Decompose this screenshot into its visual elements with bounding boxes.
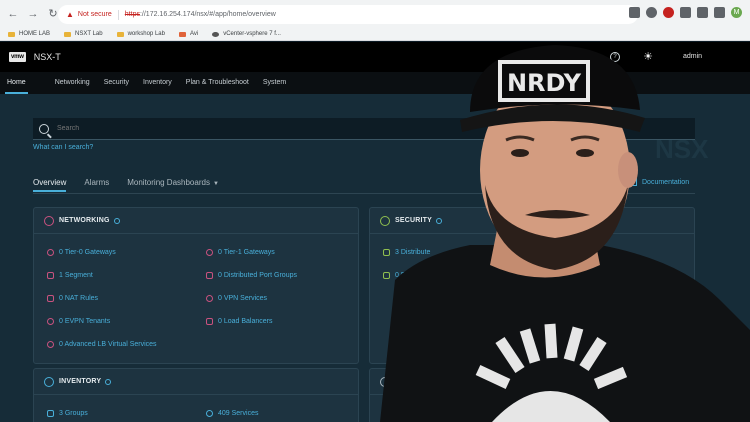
- port-group-icon: [206, 272, 213, 279]
- card-header: [370, 369, 694, 395]
- groups-icon: [47, 410, 54, 417]
- url-scheme: https: [124, 11, 140, 18]
- firewall-icon: [383, 249, 390, 256]
- extension-icon[interactable]: [663, 7, 674, 18]
- address-bar[interactable]: ▲ Not secure https://172.16.254.174/nsx/…: [58, 5, 638, 24]
- nat-icon: [47, 295, 54, 302]
- vcenter-icon: [212, 31, 220, 37]
- security-card: SECURITY 3 Distribute 0 E: [369, 207, 695, 364]
- profile-avatar[interactable]: M: [731, 7, 742, 18]
- browser-extensions: M: [629, 7, 742, 18]
- folder-icon: [116, 31, 124, 37]
- networking-icon: [44, 215, 54, 226]
- tab-plan-troubleshoot[interactable]: Plan & Troubleshoot: [186, 72, 249, 94]
- bookmark-item[interactable]: HOME LAB: [8, 31, 50, 37]
- evpn-tenants-link[interactable]: 0 EVPN Tenants: [47, 318, 110, 325]
- main-nav: Home Networking Security Inventory Plan …: [0, 72, 750, 94]
- folder-icon: [8, 31, 15, 37]
- tier1-gateways-link[interactable]: 0 Tier-1 Gateways: [206, 249, 275, 256]
- load-balancers-link[interactable]: 0 Load Balancers: [206, 318, 272, 325]
- sidepanel-icon[interactable]: [714, 7, 725, 18]
- tab-home[interactable]: Home: [5, 72, 28, 94]
- inventory-icon: [44, 376, 54, 387]
- warning-icon: ▲: [66, 10, 74, 19]
- bookmark-item[interactable]: vCenter-vsphere 7 f...: [212, 31, 281, 37]
- user-menu[interactable]: admin: [683, 53, 702, 60]
- evpn-icon: [47, 318, 54, 325]
- gateway-icon: [206, 249, 213, 256]
- help-icon[interactable]: ?: [610, 52, 620, 62]
- tab-security[interactable]: Security: [104, 72, 129, 94]
- tab-alarms[interactable]: Alarms: [84, 178, 109, 192]
- bookmark-item[interactable]: Avi: [178, 31, 198, 37]
- tab-system[interactable]: System: [263, 72, 286, 94]
- overview-tabs: Overview Alarms Monitoring Dashboards ▼: [33, 178, 237, 192]
- url-path: ://172.16.254.174/nsx/#/app/home/overvie…: [139, 11, 276, 18]
- document-icon: [630, 178, 637, 186]
- info-icon[interactable]: [105, 378, 112, 385]
- vmware-logo: vmw: [9, 52, 26, 62]
- card-title: SECURITY: [395, 217, 432, 224]
- search-icon: [39, 123, 49, 134]
- card-header: SECURITY: [370, 208, 694, 234]
- gateway-icon: [47, 249, 54, 256]
- networking-card: NETWORKING 0 Tier-0 Gateways 0 Tier-1 Ga…: [33, 207, 359, 364]
- services-link[interactable]: 409 Services: [206, 410, 258, 417]
- url-divider: [117, 9, 119, 20]
- browser-toolbar: ← → ↻ ▲ Not secure https://172.16.254.17…: [0, 0, 750, 28]
- tab-networking[interactable]: Networking: [55, 72, 90, 94]
- nat-rules-link[interactable]: 0 NAT Rules: [47, 295, 98, 302]
- vpn-services-link[interactable]: 0 VPN Services: [206, 295, 267, 302]
- vpn-icon: [206, 295, 213, 302]
- card-header: NETWORKING: [34, 208, 358, 234]
- back-icon[interactable]: ←: [6, 7, 20, 21]
- tab-monitoring-dashboards[interactable]: Monitoring Dashboards ▼: [127, 178, 219, 192]
- tab-overview[interactable]: Overview: [33, 178, 67, 192]
- load-balancer-icon: [206, 318, 213, 325]
- search-help-link[interactable]: What can I search?: [33, 144, 93, 151]
- bookmark-item[interactable]: NSXT Lab: [64, 31, 103, 37]
- search-input[interactable]: [57, 125, 457, 132]
- avi-icon: [178, 31, 186, 37]
- advanced-lb-icon: [47, 341, 54, 348]
- advanced-lb-link[interactable]: 0 Advanced LB Virtual Services: [47, 341, 157, 348]
- documentation-link[interactable]: Documentation: [630, 178, 689, 186]
- distributed-firewall-link[interactable]: 3 Distribute: [383, 249, 430, 256]
- theme-icon[interactable]: ☀: [642, 51, 654, 63]
- recycle-icon[interactable]: [680, 7, 691, 18]
- share-icon[interactable]: [629, 7, 640, 18]
- security-label[interactable]: Not secure: [78, 11, 112, 18]
- product-name: NSX-T: [33, 52, 61, 62]
- search-bar[interactable]: [33, 118, 695, 140]
- security-item-link[interactable]: 0 E: [383, 272, 406, 279]
- star-icon[interactable]: [646, 7, 657, 18]
- puzzle-icon[interactable]: [697, 7, 708, 18]
- segment-icon: [47, 272, 54, 279]
- info-icon[interactable]: [436, 217, 442, 224]
- port-groups-link[interactable]: 0 Distributed Port Groups: [206, 272, 297, 279]
- main-content: NSX What can I search? Overview Alarms M…: [0, 94, 750, 422]
- chevron-down-icon: ▼: [212, 181, 219, 187]
- card-title: INVENTORY: [59, 378, 102, 385]
- tabs-divider: [33, 193, 695, 194]
- tier0-gateways-link[interactable]: 0 Tier-0 Gateways: [47, 249, 116, 256]
- folder-icon: [64, 31, 72, 37]
- inventory-card: INVENTORY 3 Groups 409 Services: [33, 368, 359, 422]
- card-title: NETWORKING: [59, 217, 110, 224]
- system-card: [369, 368, 695, 422]
- shield-icon: [380, 215, 390, 226]
- tab-inventory[interactable]: Inventory: [143, 72, 172, 94]
- services-icon: [206, 410, 213, 417]
- segments-link[interactable]: 1 Segment: [47, 272, 93, 279]
- security-item-icon: [383, 272, 390, 279]
- app-header: vmw NSX-T ? ☀ admin: [0, 42, 750, 72]
- screen: ← → ↻ ▲ Not secure https://172.16.254.17…: [0, 0, 750, 422]
- groups-link[interactable]: 3 Groups: [47, 410, 88, 417]
- card-header: INVENTORY: [34, 369, 358, 395]
- bookmarks-bar: HOME LAB NSXT Lab workshop Lab Avi vCent…: [0, 28, 750, 41]
- info-icon[interactable]: [113, 217, 120, 224]
- gear-icon: [380, 376, 390, 387]
- bookmark-item[interactable]: workshop Lab: [116, 31, 165, 37]
- forward-icon[interactable]: →: [26, 7, 40, 21]
